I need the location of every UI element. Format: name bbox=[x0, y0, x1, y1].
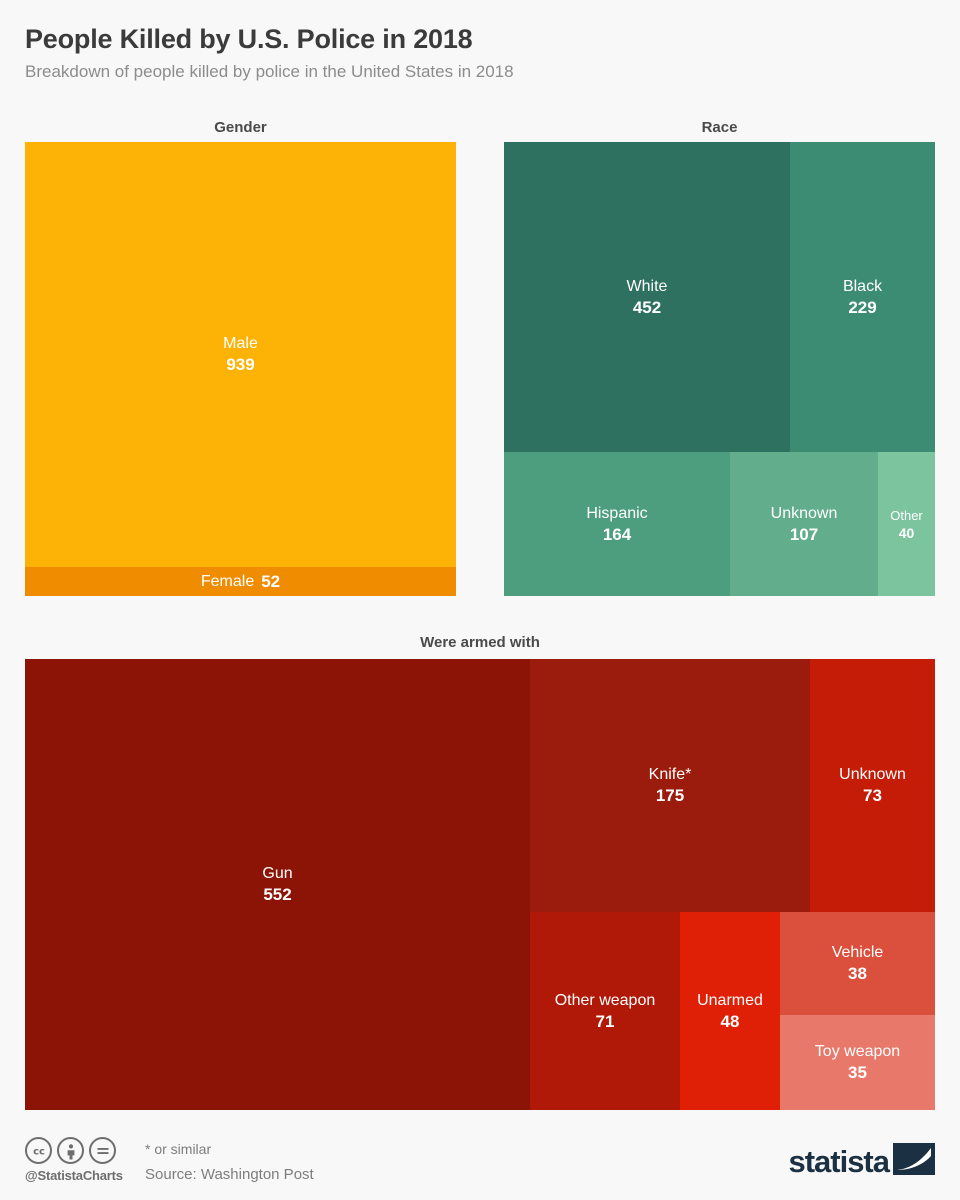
treemap-cell-male[interactable]: Male 939 bbox=[25, 142, 456, 567]
treemap-cell-other-weapon[interactable]: Other weapon 71 bbox=[530, 912, 680, 1110]
cell-value: 164 bbox=[602, 524, 632, 544]
cell-value: 73 bbox=[863, 786, 882, 805]
treemap-cell-gun[interactable]: Gun 552 bbox=[25, 659, 530, 1110]
cell-value: 52 bbox=[261, 571, 281, 591]
treemap-cell-toy-weapon[interactable]: Toy weapon 35 bbox=[780, 1015, 935, 1110]
treemap-cell-female[interactable]: Female 52 bbox=[25, 567, 456, 596]
cell-label: Other weapon bbox=[554, 991, 656, 1009]
svg-text:cc: cc bbox=[33, 1146, 45, 1157]
cell-label: Unknown bbox=[770, 504, 838, 522]
statista-logo[interactable]: statista bbox=[788, 1143, 935, 1180]
cell-label: Female bbox=[200, 573, 255, 590]
cell-value: 175 bbox=[655, 786, 685, 805]
treemap-cell-white[interactable]: White 452 bbox=[504, 142, 790, 452]
footnote: * or similar bbox=[145, 1141, 212, 1157]
cell-label: Toy weapon bbox=[814, 1043, 901, 1060]
statista-mark-icon bbox=[893, 1143, 935, 1180]
gender-panel-heading: Gender bbox=[214, 119, 267, 136]
treemap-cell-unknown-weapon[interactable]: Unknown 73 bbox=[810, 659, 935, 912]
cell-value: 552 bbox=[263, 885, 292, 904]
cell-label: White bbox=[626, 277, 668, 295]
cell-label: Other bbox=[890, 507, 923, 523]
cell-value: 48 bbox=[720, 1011, 740, 1031]
cell-label: Black bbox=[842, 277, 883, 295]
cell-value: 939 bbox=[226, 355, 255, 374]
page-subtitle: Breakdown of people killed by police in … bbox=[25, 62, 514, 81]
cell-value: 35 bbox=[848, 1063, 867, 1082]
cell-label: Male bbox=[223, 335, 258, 352]
weapons-panel-heading: Were armed with bbox=[420, 634, 540, 651]
cell-label: Unarmed bbox=[697, 991, 763, 1009]
cc-icon: cc bbox=[25, 1137, 52, 1164]
statista-wordmark: statista bbox=[788, 1143, 890, 1179]
cc-by-person-icon bbox=[57, 1137, 84, 1164]
treemap-cell-black[interactable]: Black 229 bbox=[790, 142, 935, 452]
cc-nd-equals-icon bbox=[89, 1137, 116, 1164]
treemap-cell-unknown[interactable]: Unknown 107 bbox=[730, 452, 878, 596]
cell-value: 38 bbox=[848, 964, 867, 983]
creative-commons-icons: cc bbox=[25, 1137, 116, 1164]
cell-value: 229 bbox=[848, 297, 877, 317]
treemap-cell-vehicle[interactable]: Vehicle 38 bbox=[780, 912, 935, 1015]
cell-label: Vehicle bbox=[831, 944, 884, 961]
cell-label: Hispanic bbox=[586, 504, 648, 522]
cell-value: 452 bbox=[632, 297, 662, 317]
source-note: Source: Washington Post bbox=[145, 1166, 314, 1183]
statista-handle: @StatistaCharts bbox=[25, 1168, 123, 1183]
weapons-treemap: Gun 552 Knife* 175 Unknown 73 Other weap… bbox=[25, 659, 935, 1110]
page-title: People Killed by U.S. Police in 2018 bbox=[25, 24, 473, 54]
footer: cc @StatistaCharts * or similar Source: … bbox=[25, 1137, 935, 1189]
gender-treemap: Male 939 Female 52 bbox=[25, 142, 456, 596]
cell-value: 40 bbox=[898, 524, 915, 541]
treemap-cell-unarmed[interactable]: Unarmed 48 bbox=[680, 912, 780, 1110]
cell-value: 71 bbox=[595, 1011, 615, 1031]
cell-label: Gun bbox=[262, 865, 293, 882]
cell-label: Unknown bbox=[839, 766, 906, 783]
cell-label: Knife* bbox=[648, 766, 692, 783]
treemap-cell-knife[interactable]: Knife* 175 bbox=[530, 659, 810, 912]
race-panel-heading: Race bbox=[701, 119, 738, 136]
treemap-cell-other[interactable]: Other 40 bbox=[878, 452, 935, 596]
treemap-cell-hispanic[interactable]: Hispanic 164 bbox=[504, 452, 730, 596]
race-treemap: White 452 Black 229 Hispanic 164 Unknown… bbox=[504, 142, 935, 596]
header: People Killed by U.S. Police in 2018 Bre… bbox=[25, 22, 935, 84]
cell-value: 107 bbox=[789, 524, 819, 544]
